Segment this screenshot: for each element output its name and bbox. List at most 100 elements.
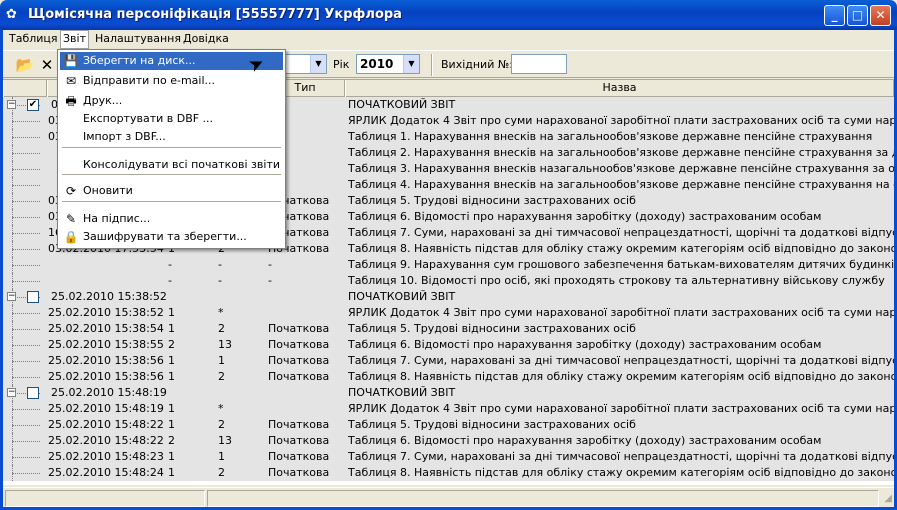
tree-lines — [3, 161, 47, 177]
row-count-b: 2 — [218, 418, 225, 431]
row-date: 25.02.2010 15:38:52 — [48, 306, 164, 319]
row-name: Таблиця 9. Нарахування сум грошового заб… — [348, 258, 894, 271]
open-folder-icon[interactable]: 📂 — [15, 55, 35, 75]
tree-lines — [3, 273, 47, 289]
email-icon: ✉ — [65, 74, 77, 88]
row-name: ЯРЛИК Додаток 4 Звіт про суми нараховано… — [348, 402, 894, 415]
out-number-input[interactable] — [511, 54, 567, 74]
menu-item[interactable]: ✉ Відправити по e-mail... — [60, 72, 283, 90]
menu-item[interactable]: Імпорт з DBF... — [60, 128, 283, 146]
menu-item[interactable]: Консолідувати всі початкові звіти — [60, 156, 283, 174]
header-name[interactable]: Назва — [345, 80, 894, 97]
menu-item-label: Відправити по e-mail... — [83, 74, 216, 87]
row-type: Початкова — [268, 418, 330, 431]
table-row[interactable]: − 25.02.2010 15:38:52 ПОЧАТКОВИЙ ЗВІТ — [3, 289, 894, 305]
menu-item-label: Консолідувати всі початкові звіти — [83, 158, 280, 171]
menu-item[interactable]: Експортувати в DBF ... — [60, 110, 283, 128]
menu-item[interactable]: ✎ На підпис... — [60, 210, 283, 228]
row-count-a: 2 — [168, 434, 175, 447]
menu-table[interactable]: Таблиця — [6, 32, 61, 45]
table-row[interactable]: 25.02.2010 15:48:23 1 1 Початкова Таблиця 7.… — [3, 449, 894, 465]
menu-item[interactable]: 🔒 Зашифрувати та зберегти... — [60, 228, 283, 246]
tree-lines: − — [3, 385, 47, 401]
row-count-b: 1 — [218, 450, 225, 463]
table-row[interactable]: 25.02.2010 15:38:52 1 * ЯРЛИК Додаток 4 Зві… — [3, 305, 894, 321]
row-count-a: 1 — [168, 322, 175, 335]
menu-item[interactable]: 🖶 Друк... — [60, 92, 283, 110]
tree-lines — [3, 241, 47, 257]
app-logo-icon[interactable]: ✿ — [6, 7, 22, 23]
row-name: Таблиця 1. Нарахування внесків на загаль… — [348, 130, 873, 143]
menu-item[interactable]: ⟳ Оновити — [60, 182, 283, 200]
row-name: ПОЧАТКОВИЙ ЗВІТ — [348, 386, 456, 399]
tree-lines — [3, 401, 47, 417]
row-name: Таблиця 8. Наявність підстав для обліку … — [348, 466, 894, 479]
table-row[interactable]: 25.02.2010 15:38:54 1 2 Початкова Таблиця 5.… — [3, 321, 894, 337]
table-row[interactable]: 25.02.2010 15:38:56 1 1 Початкова Таблиця 7.… — [3, 353, 894, 369]
menu-item-label: Зберегти на диск... — [83, 54, 196, 67]
table-row[interactable]: 25.02.2010 15:48:22 2 13 Початкова Таблиця 6… — [3, 433, 894, 449]
tree-lines — [3, 257, 47, 273]
maximize-button[interactable]: □ — [847, 5, 868, 26]
row-name: Таблиця 2. Нарахування внесків на загаль… — [348, 146, 894, 159]
menu-help[interactable]: Довідка — [180, 32, 232, 45]
tree-lines — [3, 209, 47, 225]
row-count-a: - — [168, 274, 172, 287]
resize-grip-icon[interactable]: ◢ — [884, 493, 892, 504]
row-checkbox[interactable]: ✔ — [27, 99, 39, 111]
row-count-b: - — [218, 258, 222, 271]
row-type: Початкова — [268, 322, 330, 335]
tree-lines — [3, 225, 47, 241]
minimize-button[interactable]: _ — [824, 5, 845, 26]
row-name: Таблиця 6. Відомості про нарахування зар… — [348, 210, 822, 223]
row-type: - — [268, 274, 272, 287]
row-date: 25.02.2010 15:38:56 — [48, 370, 164, 383]
menu-report[interactable]: Звіт — [60, 30, 89, 49]
menu-item-label: Друк... — [83, 94, 123, 107]
row-date: 25.02.2010 15:48:24 — [48, 466, 164, 479]
menu-separator — [62, 201, 281, 202]
table-row[interactable]: - - - Таблиця 10. Відомості про осіб, які п… — [3, 273, 894, 289]
tree-lines — [3, 353, 47, 369]
row-date: 25.02.2010 15:48:19 — [51, 386, 167, 399]
row-checkbox[interactable] — [27, 387, 39, 399]
row-count-a: 1 — [168, 450, 175, 463]
status-panel-1 — [5, 490, 205, 507]
printer-icon: 🖶 — [65, 94, 77, 108]
tree-lines — [3, 193, 47, 209]
year-select[interactable]: 2010 ▼ — [356, 54, 420, 74]
table-row[interactable]: - - - Таблиця 9. Нарахування сум грошового … — [3, 257, 894, 273]
table-row[interactable]: − 25.02.2010 15:48:19 ПОЧАТКОВИЙ ЗВІТ — [3, 385, 894, 401]
chevron-down-icon[interactable]: ▼ — [403, 55, 419, 73]
chevron-down-icon[interactable]: ▼ — [310, 55, 326, 73]
row-name: Таблиця 4. Нарахування внесків на загаль… — [348, 178, 894, 191]
window-title: Щомісячна персоніфікація [55557777] Укрф… — [28, 7, 402, 22]
collapse-icon[interactable]: − — [7, 292, 16, 301]
row-checkbox[interactable] — [27, 291, 39, 303]
table-row[interactable]: 25.02.2010 15:48:24 1 2 Початкова Таблиця 8.… — [3, 465, 894, 481]
menu-item-label: Експортувати в DBF ... — [83, 112, 214, 125]
menu-settings[interactable]: Налаштування — [92, 32, 184, 45]
row-count-a: 1 — [168, 402, 175, 415]
row-name: Таблиця 5. Трудові відносини застрахован… — [348, 322, 636, 335]
tree-lines — [3, 129, 47, 145]
row-count-b: 2 — [218, 466, 225, 479]
delete-icon[interactable]: ✕ — [37, 55, 57, 75]
close-button[interactable]: ✕ — [870, 5, 891, 26]
month-select[interactable]: ▼ — [283, 54, 327, 74]
row-name: Таблиця 3. Нарахування внесків назагальн… — [348, 162, 894, 175]
table-row[interactable]: 25.02.2010 15:48:19 1 * ЯРЛИК Додаток 4 Зві… — [3, 401, 894, 417]
year-label: Рік — [333, 58, 350, 71]
row-name: ЯРЛИК Додаток 4 Звіт про суми нараховано… — [348, 306, 894, 319]
row-name: ПОЧАТКОВИЙ ЗВІТ — [348, 290, 456, 303]
table-row[interactable]: 25.02.2010 15:48:22 1 2 Початкова Таблиця 5.… — [3, 417, 894, 433]
table-row[interactable]: 25.02.2010 15:38:55 2 13 Початкова Таблиця 6… — [3, 337, 894, 353]
collapse-icon[interactable]: − — [7, 100, 16, 109]
row-count-b: - — [218, 274, 222, 287]
row-date: 25.02.2010 15:38:52 — [51, 290, 167, 303]
table-row[interactable]: 25.02.2010 15:38:56 1 2 Початкова Таблиця 8.… — [3, 369, 894, 385]
collapse-icon[interactable]: − — [7, 388, 16, 397]
row-name: Таблиця 7. Суми, нараховані за дні тимча… — [348, 354, 894, 367]
encrypt-save-icon: 🔒 — [63, 230, 79, 244]
row-count-b: 1 — [218, 354, 225, 367]
